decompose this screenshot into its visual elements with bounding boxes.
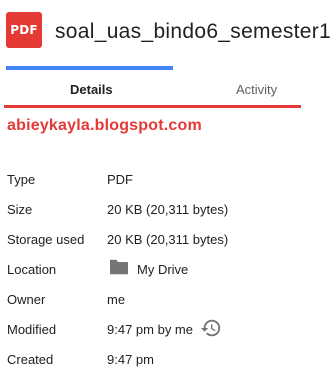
file-title: soal_uas_bindo6_semester1 xyxy=(55,20,331,43)
file-header: PDF soal_uas_bindo6_semester1 xyxy=(0,0,334,66)
history-icon[interactable] xyxy=(200,317,222,339)
detail-row-type: Type PDF xyxy=(0,164,334,194)
tab-bar: Details Activity xyxy=(0,66,334,110)
detail-row-location: Location My Drive xyxy=(0,254,334,284)
detail-row-created: Created 9:47 pm xyxy=(0,344,334,374)
storage-used-value: 20 KB (20,311 bytes) xyxy=(107,232,229,247)
modified-value: 9:47 pm by me xyxy=(107,322,193,337)
annotation-underline xyxy=(4,105,301,108)
location-label: Location xyxy=(7,262,57,277)
active-tab-indicator xyxy=(6,66,173,70)
size-label: Size xyxy=(7,202,33,217)
detail-row-size: Size 20 KB (20,311 bytes) xyxy=(0,194,334,224)
watermark-text: abieykayla.blogspot.com xyxy=(7,117,202,134)
tab-details[interactable]: Details xyxy=(70,82,113,97)
tab-activity[interactable]: Activity xyxy=(236,82,277,97)
pdf-file-icon: PDF xyxy=(6,12,42,48)
location-value[interactable]: My Drive xyxy=(137,262,188,277)
size-value: 20 KB (20,311 bytes) xyxy=(107,202,229,217)
created-value: 9:47 pm xyxy=(107,352,154,367)
detail-row-modified: Modified 9:47 pm by me xyxy=(0,314,334,344)
owner-label: Owner xyxy=(7,292,46,307)
details-panel: PDF soal_uas_bindo6_semester1 Details Ac… xyxy=(0,0,334,377)
folder-icon xyxy=(110,259,128,275)
owner-value: me xyxy=(107,292,126,307)
type-label: Type xyxy=(7,172,36,187)
type-value: PDF xyxy=(107,172,133,187)
detail-row-storage: Storage used 20 KB (20,311 bytes) xyxy=(0,224,334,254)
detail-row-owner: Owner me xyxy=(0,284,334,314)
modified-label: Modified xyxy=(7,322,57,337)
storage-used-label: Storage used xyxy=(7,232,85,247)
created-label: Created xyxy=(7,352,54,367)
